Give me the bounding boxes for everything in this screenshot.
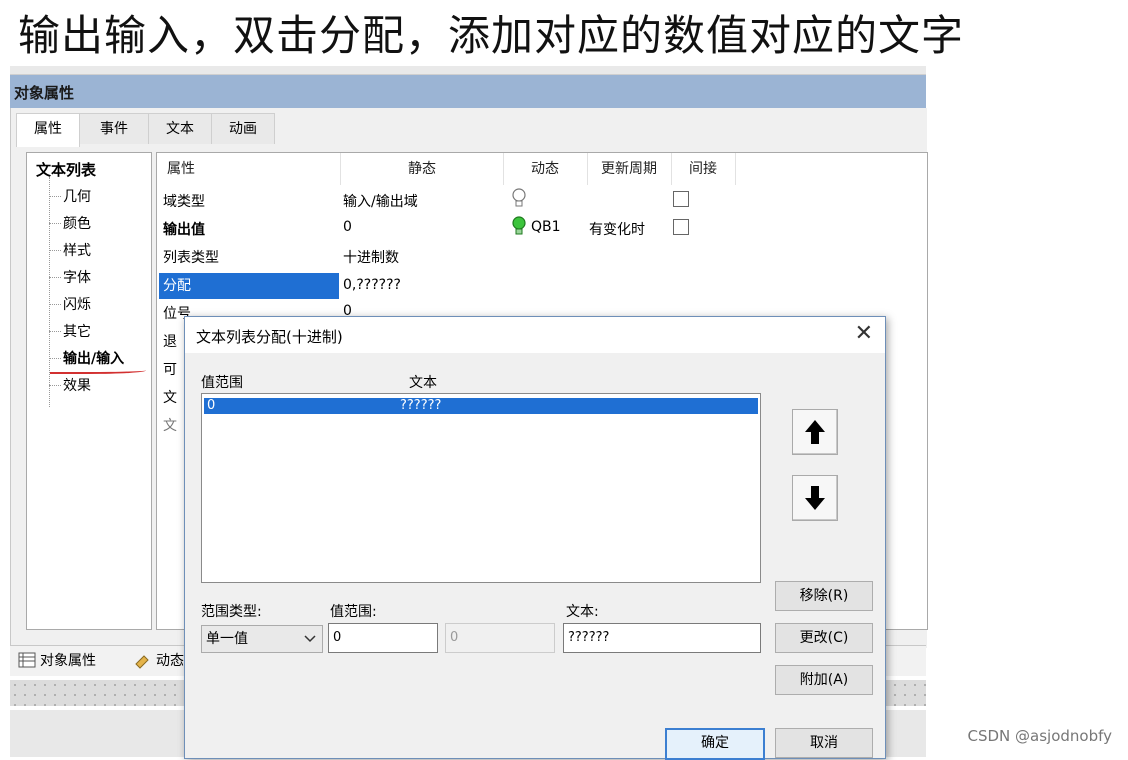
tree-branch <box>49 331 61 332</box>
list-item-text: ?????? <box>400 398 442 413</box>
tree-branch <box>49 196 61 197</box>
grid-row-name-selected[interactable]: 分配 <box>159 273 339 299</box>
ok-button[interactable]: 确定 <box>665 728 765 760</box>
grid-row-static[interactable]: 十进制数 <box>343 247 399 267</box>
grid-row-name[interactable]: 列表类型 <box>163 247 219 267</box>
tree-root-label[interactable]: 文本列表 <box>36 159 96 180</box>
grid-row-name[interactable]: 可 <box>163 359 177 379</box>
append-button[interactable]: 附加(A) <box>775 665 873 695</box>
tree-item-io[interactable]: 输出/输入 <box>63 348 124 368</box>
bottom-tab-dynamic[interactable]: 动态 <box>156 648 184 674</box>
list-header-range: 值范围 <box>201 375 243 391</box>
grid-row-dynamic[interactable]: QB1 <box>531 219 561 235</box>
grid-header-dynamic: 动态 <box>503 153 588 185</box>
grid-header-indirect: 间接 <box>671 153 736 185</box>
text-list-assignment-dialog: 文本列表分配(十进制) ✕ 值范围 文本 0 ?????? 移除(R) 更改(C… <box>184 316 886 760</box>
grid-header-cycle: 更新周期 <box>587 153 672 185</box>
indirect-checkbox[interactable] <box>673 219 689 235</box>
tree-item-style[interactable]: 样式 <box>63 240 91 260</box>
remove-button[interactable]: 移除(R) <box>775 581 873 611</box>
tab-events[interactable]: 事件 <box>79 113 149 144</box>
range-type-value: 单一值 <box>206 631 248 647</box>
list-item[interactable]: 0 ?????? <box>204 398 758 414</box>
grid-row-name[interactable]: 输出值 <box>163 219 205 239</box>
tree-branch <box>49 304 61 305</box>
properties-icon <box>18 652 36 668</box>
dialog-titlebar: 文本列表分配(十进制) ✕ <box>185 317 885 353</box>
arrow-up-icon <box>805 420 825 444</box>
range-type-select[interactable]: 单一值 <box>201 625 323 653</box>
watermark-text: CSDN @asjodnobfy <box>967 727 1112 745</box>
grid-row-static[interactable]: 0 <box>343 219 352 235</box>
tab-animation[interactable]: 动画 <box>211 113 275 144</box>
list-header-text: 文本 <box>409 375 437 391</box>
move-down-button[interactable] <box>792 475 838 521</box>
grid-row-cycle[interactable]: 有变化时 <box>589 219 645 239</box>
grid-row-static[interactable]: 0,?????? <box>343 277 401 293</box>
list-item-range: 0 <box>207 398 216 413</box>
grid-header-static: 静态 <box>341 153 504 185</box>
text-label: 文本: <box>566 604 599 620</box>
tree-item-flash[interactable]: 闪烁 <box>63 294 91 314</box>
change-button[interactable]: 更改(C) <box>775 623 873 653</box>
lightbulb-green-icon[interactable] <box>511 215 527 237</box>
lightbulb-icon[interactable] <box>511 187 527 209</box>
tree-item-effect[interactable]: 效果 <box>63 375 91 395</box>
caption-text: 输出输入，双击分配，添加对应的数值对应的文字 <box>18 11 965 60</box>
text-input[interactable]: ?????? <box>563 623 761 653</box>
tree-branch <box>49 250 61 251</box>
arrow-down-icon <box>805 486 825 510</box>
tree-item-color[interactable]: 颜色 <box>63 213 91 233</box>
grid-row-name[interactable]: 退 <box>163 331 177 351</box>
top-strip <box>10 66 926 75</box>
value-range-label: 值范围: <box>330 604 377 620</box>
chevron-down-icon <box>304 635 316 643</box>
tree-branch <box>49 223 61 224</box>
tree-item-font[interactable]: 字体 <box>63 267 91 287</box>
grid-header-property: 属性 <box>157 153 341 185</box>
tab-text[interactable]: 文本 <box>148 113 212 144</box>
range-type-label: 范围类型: <box>201 604 262 620</box>
property-tree: 文本列表 几何 颜色 样式 字体 闪烁 其它 输出/输入 效果 <box>26 152 152 630</box>
move-up-button[interactable] <box>792 409 838 455</box>
close-icon[interactable]: ✕ <box>855 321 873 346</box>
bottom-tab-object-properties[interactable]: 对象属性 <box>40 648 96 674</box>
tree-item-geometry[interactable]: 几何 <box>63 186 91 206</box>
grid-row-static[interactable]: 输入/输出域 <box>343 191 418 211</box>
value-to-input[interactable]: 0 <box>445 623 555 653</box>
tree-branch <box>49 358 61 359</box>
tree-branch <box>49 385 61 386</box>
animation-icon <box>135 655 149 669</box>
grid-row-name[interactable]: 域类型 <box>163 191 205 211</box>
cancel-button[interactable]: 取消 <box>775 728 873 758</box>
tab-properties[interactable]: 属性 <box>16 113 80 147</box>
window-title: 对象属性 <box>14 84 75 102</box>
dialog-title: 文本列表分配(十进制) <box>196 328 343 346</box>
assignment-list[interactable]: 0 ?????? <box>201 393 761 583</box>
window-titlebar: 对象属性 <box>10 75 926 108</box>
indirect-checkbox[interactable] <box>673 191 689 207</box>
tree-branch <box>49 277 61 278</box>
value-from-input[interactable]: 0 <box>328 623 438 653</box>
grid-row-name[interactable]: 文 <box>163 387 177 407</box>
tree-item-other[interactable]: 其它 <box>63 321 91 341</box>
grid-row-name[interactable]: 文 <box>163 415 177 435</box>
